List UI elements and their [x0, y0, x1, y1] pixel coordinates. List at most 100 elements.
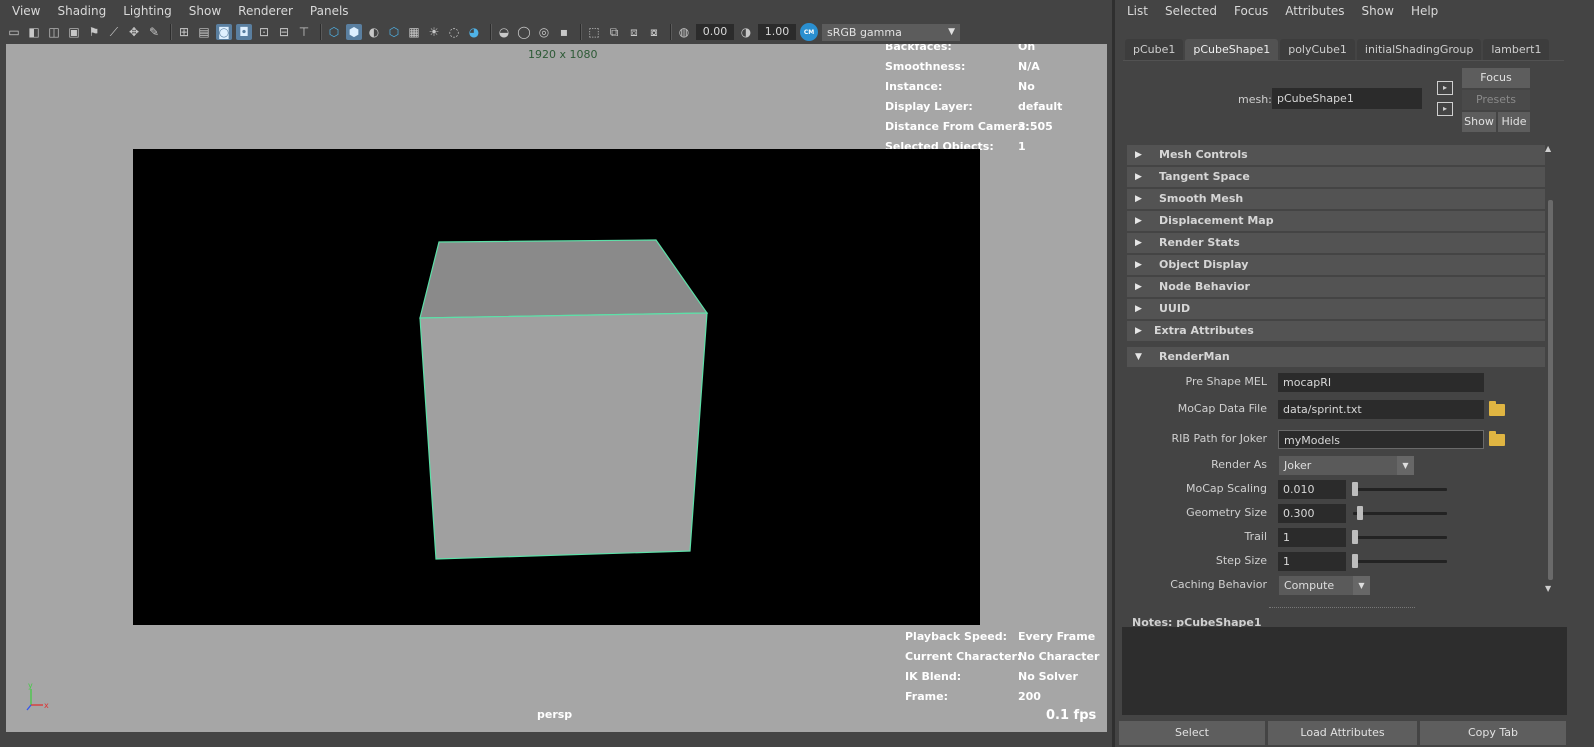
wireframe-on-shaded-icon[interactable]: ⬡ [386, 24, 402, 40]
bookmark-camera-icon[interactable]: ◫ [46, 24, 62, 40]
step-size-slider-handle[interactable] [1352, 554, 1358, 568]
step-size-field[interactable]: 1 [1278, 552, 1346, 571]
mocap-scaling-slider-handle[interactable] [1352, 482, 1358, 496]
caching-behavior-dropdown[interactable]: Compute ▼ [1279, 576, 1370, 595]
smooth-shade-icon[interactable]: ⬢ [346, 24, 362, 40]
menu-show[interactable]: Show [189, 4, 221, 18]
field-chart-icon[interactable]: ⊡ [256, 24, 272, 40]
pane-resize-handle[interactable] [1269, 607, 1415, 608]
geometry-size-slider-handle[interactable] [1357, 506, 1363, 520]
xray-joints-icon[interactable]: ⧉ [606, 24, 622, 40]
scroll-up-icon[interactable]: ▲ [1545, 144, 1551, 153]
section-node-behavior[interactable]: ▶ Node Behavior [1127, 277, 1545, 297]
grid-icon[interactable]: ⊞ [176, 24, 192, 40]
section-renderman[interactable]: ▼ RenderMan [1127, 347, 1545, 367]
screen-space-ao-icon[interactable]: ◕ [466, 24, 482, 40]
image-plane-icon[interactable]: ▣ [66, 24, 82, 40]
geometry-size-slider[interactable] [1353, 512, 1447, 515]
cube-mesh[interactable] [133, 149, 980, 625]
pre-shape-mel-field[interactable]: mocapRI [1278, 373, 1484, 392]
trail-field[interactable]: 1 [1278, 528, 1346, 547]
exposure-icon[interactable]: ◍ [676, 24, 692, 40]
mesh-name-field[interactable]: pCubeShape1 [1272, 88, 1422, 109]
anti-aliasing-icon[interactable]: ◯ [516, 24, 532, 40]
textured-icon[interactable]: ▦ [406, 24, 422, 40]
section-tangent-space[interactable]: ▶ Tangent Space [1127, 167, 1545, 187]
focus-button[interactable]: Focus [1462, 68, 1530, 88]
select-camera-icon[interactable]: ▭ [6, 24, 22, 40]
menu-renderer[interactable]: Renderer [238, 4, 293, 18]
render-as-dropdown[interactable]: Joker ▼ [1279, 456, 1414, 475]
menu-attributes[interactable]: Attributes [1285, 4, 1344, 18]
film-gate-icon[interactable]: ▤ [196, 24, 212, 40]
scrollbar-thumb[interactable] [1548, 200, 1553, 580]
motion-blur-icon[interactable]: ◒ [496, 24, 512, 40]
section-object-display[interactable]: ▶ Object Display [1127, 255, 1545, 275]
section-uuid[interactable]: ▶ UUID [1127, 299, 1545, 319]
tab-polycube1[interactable]: polyCube1 [1280, 39, 1355, 60]
grease-pencil-icon[interactable]: ✎ [146, 24, 162, 40]
mocap-scaling-field[interactable]: 0.010 [1278, 480, 1346, 499]
xray-icon[interactable]: ⬚ [586, 24, 602, 40]
xray-components-icon[interactable]: ⧈ [626, 24, 642, 40]
gamma-field[interactable]: 1.00 [758, 24, 796, 40]
shadows-icon[interactable]: ◌ [446, 24, 462, 40]
gate-mask-icon[interactable]: ◘ [236, 24, 252, 40]
color-management-icon[interactable]: CM [800, 23, 818, 41]
load-input-icon[interactable]: ▸ [1437, 81, 1453, 95]
tab-lambert1[interactable]: lambert1 [1483, 39, 1550, 60]
mocap-scaling-slider[interactable] [1353, 488, 1447, 491]
menu-shading[interactable]: Shading [57, 4, 106, 18]
menu-help[interactable]: Help [1411, 4, 1438, 18]
depth-of-field-icon[interactable]: ◎ [536, 24, 552, 40]
all-lights-icon[interactable]: ☀ [426, 24, 442, 40]
menu-list[interactable]: List [1127, 4, 1148, 18]
menu-panels[interactable]: Panels [310, 4, 349, 18]
scroll-down-icon[interactable]: ▼ [1545, 584, 1551, 593]
section-mesh-controls[interactable]: ▶ Mesh Controls [1127, 145, 1545, 165]
exposure-field[interactable]: 0.00 [696, 24, 734, 40]
safe-title-icon[interactable]: ⊤ [296, 24, 312, 40]
copy-tab-button[interactable]: Copy Tab [1420, 721, 1566, 745]
folder-browse-icon[interactable] [1489, 431, 1505, 446]
load-attributes-button[interactable]: Load Attributes [1268, 721, 1417, 745]
3d-viewport[interactable]: 1920 x 1080 Backfaces: On Smoothness: N/… [6, 44, 1107, 732]
camera-attributes-icon[interactable]: ◧ [26, 24, 42, 40]
move-tool-icon[interactable]: ✥ [126, 24, 142, 40]
menu-lighting[interactable]: Lighting [123, 4, 172, 18]
view-transform-dropdown[interactable]: sRGB gamma ▼ [822, 23, 960, 41]
section-displacement-map[interactable]: ▶ Displacement Map [1127, 211, 1545, 231]
folder-browse-icon[interactable] [1489, 401, 1505, 416]
select-button[interactable]: Select [1119, 721, 1265, 745]
trail-slider[interactable] [1353, 536, 1447, 539]
hide-button[interactable]: Hide [1498, 112, 1530, 132]
tab-pcube1[interactable]: pCube1 [1125, 39, 1184, 60]
section-smooth-mesh[interactable]: ▶ Smooth Mesh [1127, 189, 1545, 209]
menu-view[interactable]: View [12, 4, 40, 18]
wireframe-icon[interactable]: ⬡ [326, 24, 342, 40]
safe-action-icon[interactable]: ⊟ [276, 24, 292, 40]
section-render-stats[interactable]: ▶ Render Stats [1127, 233, 1545, 253]
trail-slider-handle[interactable] [1352, 530, 1358, 544]
menu-focus[interactable]: Focus [1234, 4, 1268, 18]
default-material-icon[interactable]: ◐ [366, 24, 382, 40]
tab-initialshadinggroup[interactable]: initialShadingGroup [1356, 39, 1482, 60]
backface-culling-icon[interactable]: ⧇ [646, 24, 662, 40]
mocap-data-file-field[interactable]: data/sprint.txt [1278, 400, 1484, 419]
render-region[interactable] [133, 149, 980, 625]
gamma-icon[interactable]: ◑ [738, 24, 754, 40]
2d-pan-zoom-icon[interactable]: ⟋ [106, 24, 122, 40]
geometry-size-field[interactable]: 0.300 [1278, 504, 1346, 523]
section-extra-attributes[interactable]: ▶ Extra Attributes [1127, 321, 1545, 341]
menu-selected[interactable]: Selected [1165, 4, 1217, 18]
resolution-gate-icon[interactable]: ◙ [216, 24, 232, 40]
attribute-scrollbar[interactable]: ▲ ▼ [1544, 144, 1556, 596]
show-button[interactable]: Show [1462, 112, 1496, 132]
go-to-output-icon[interactable]: ▸ [1437, 102, 1453, 116]
menu-show[interactable]: Show [1362, 4, 1394, 18]
presets-button[interactable]: Presets [1462, 90, 1530, 110]
notes-textarea[interactable] [1122, 627, 1567, 715]
rib-path-field[interactable]: myModels [1278, 430, 1484, 449]
tab-pcubeshape1[interactable]: pCubeShape1 [1185, 39, 1279, 60]
step-size-slider[interactable] [1353, 560, 1447, 563]
